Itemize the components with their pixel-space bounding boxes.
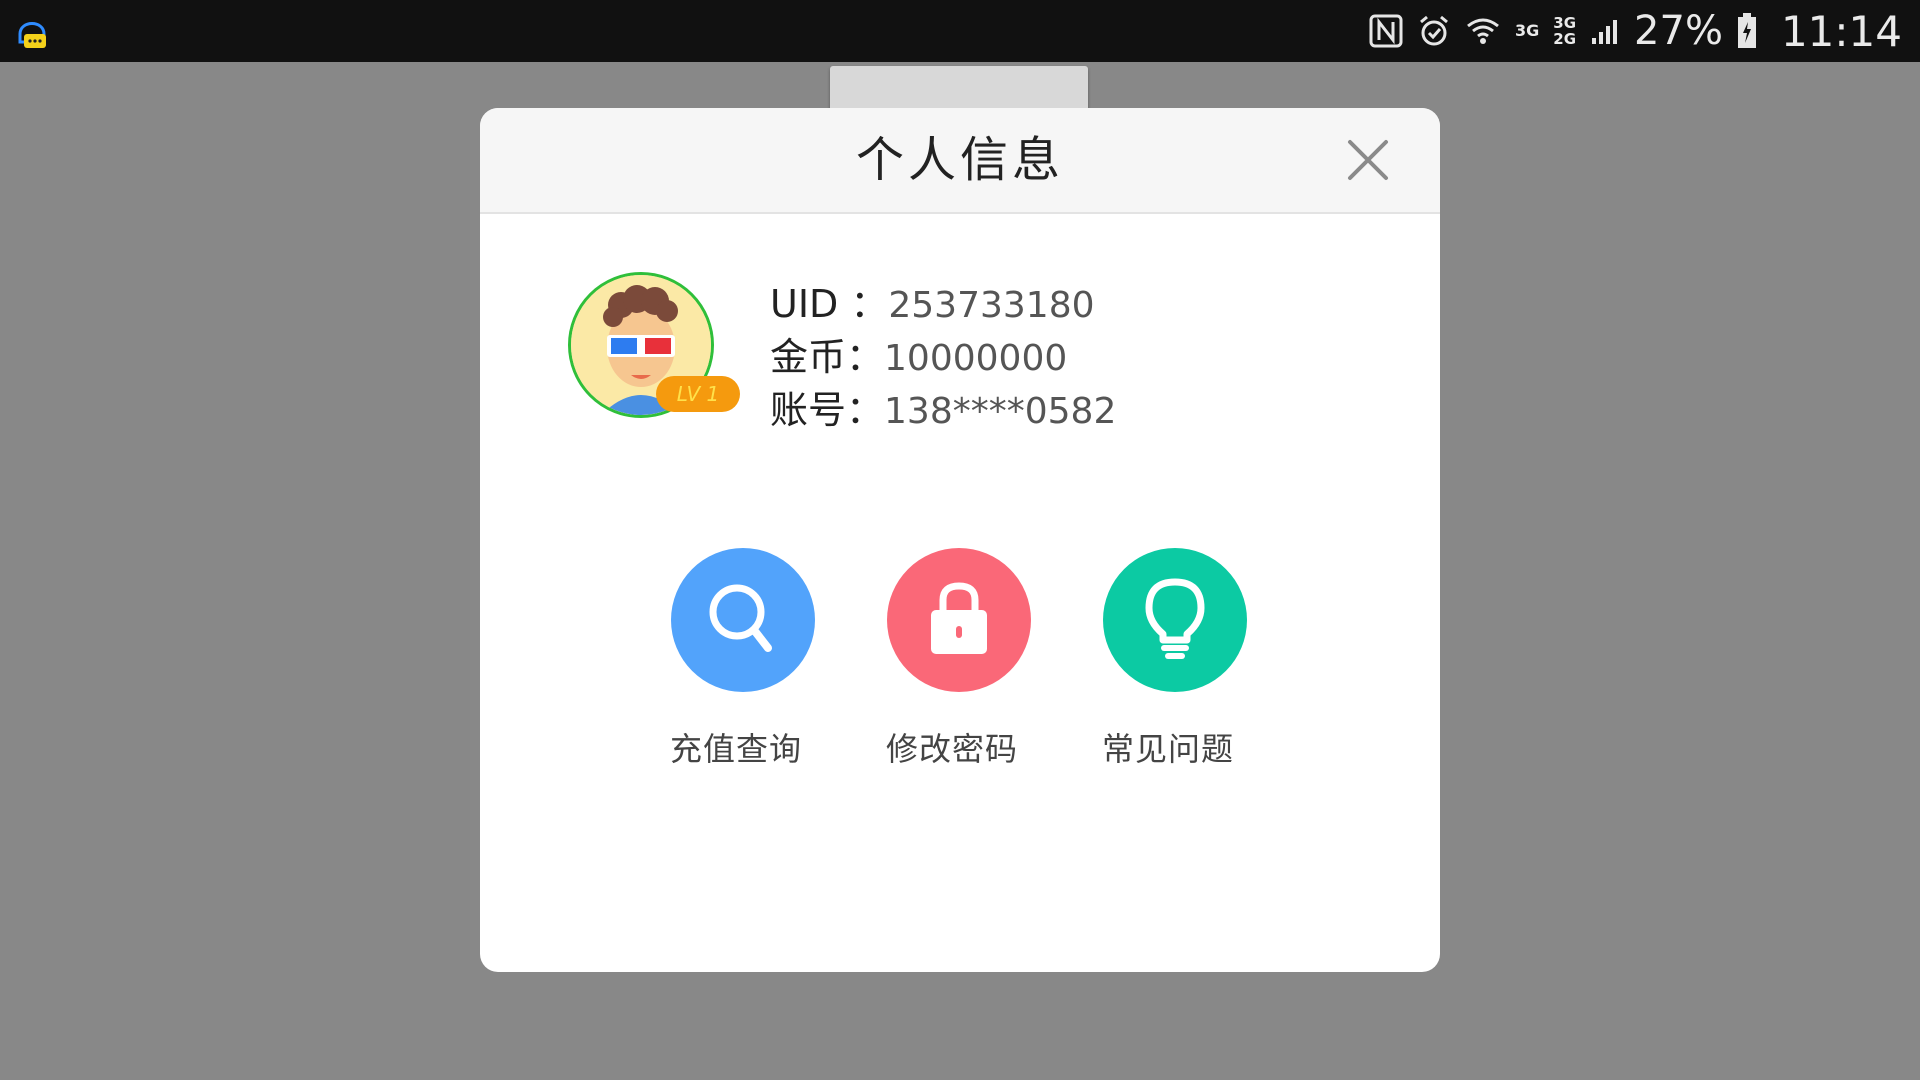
lightbulb-icon <box>1145 578 1205 659</box>
chat-app-notification-icon <box>18 22 46 48</box>
status-bar: 3G 3G 2G 27% 11:14 <box>0 0 1920 62</box>
profile-avatar-area: LV 1 <box>568 272 740 422</box>
battery-charging-icon <box>1737 13 1756 48</box>
uid-value: 253733180 <box>888 285 1095 326</box>
faq-circle[interactable] <box>1103 548 1247 692</box>
recharge-query-circle[interactable] <box>671 548 815 692</box>
account-label: 账号： <box>770 388 885 432</box>
wifi-icon <box>1467 18 1499 44</box>
network-type-bottom: 2G <box>1553 30 1577 48</box>
faq-button[interactable]: 常见问题 <box>1088 548 1248 768</box>
nfc-icon <box>1369 14 1403 48</box>
coins-row: 金币：10000000 <box>770 331 1116 384</box>
account-row: 账号：138****0582 <box>770 384 1116 437</box>
recharge-query-label[interactable]: 充值查询 <box>646 724 826 770</box>
lock-icon <box>931 582 987 654</box>
faq-label[interactable]: 常见问题 <box>1078 724 1258 770</box>
change-password-circle[interactable] <box>887 548 1031 692</box>
personal-info-dialog: 个人信息 LV 1 UID ：253733180 金币：10000000 账号：… <box>480 108 1440 972</box>
network-type-top: 3G <box>1553 14 1577 32</box>
alarm-icon <box>1420 15 1448 46</box>
dialog-title: 个人信息 <box>855 132 1064 188</box>
coins-value: 10000000 <box>884 338 1068 379</box>
clock: 11:14 <box>1780 6 1902 56</box>
coins-label: 金币： <box>770 335 885 379</box>
account-value: 138****0582 <box>884 391 1117 432</box>
battery-percent: 27% <box>1634 8 1723 54</box>
network-type-stack: 3G 2G <box>1553 15 1576 47</box>
change-password-button[interactable]: 修改密码 <box>872 548 1032 768</box>
uid-row: UID ：253733180 <box>770 278 1116 331</box>
signal-strength-icon <box>1592 20 1618 44</box>
close-icon[interactable] <box>1342 134 1394 186</box>
search-icon <box>709 584 772 652</box>
user-info: UID ：253733180 金币：10000000 账号：138****058… <box>770 278 1116 437</box>
level-badge: LV 1 <box>656 376 740 412</box>
change-password-label[interactable]: 修改密码 <box>862 724 1042 770</box>
network-type-label: 3G <box>1515 21 1540 40</box>
dialog-header: 个人信息 <box>480 108 1440 214</box>
uid-label: UID ： <box>770 282 889 326</box>
recharge-query-button[interactable]: 充值查询 <box>656 548 816 768</box>
